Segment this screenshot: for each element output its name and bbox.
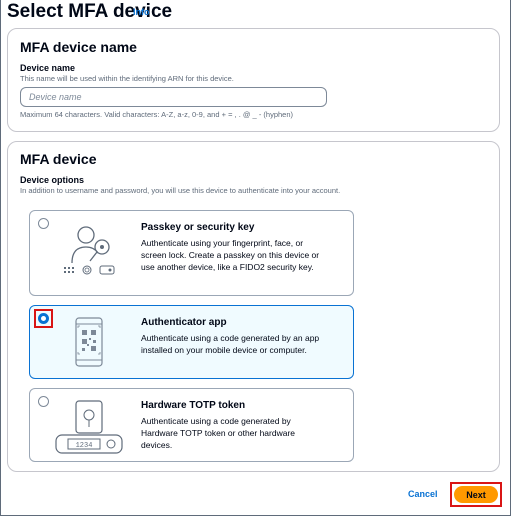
radio-hardware-totp[interactable] [38, 396, 49, 407]
authenticator-app-illustration-icon [75, 317, 103, 367]
field-label: Device name [20, 63, 76, 73]
option-passkey[interactable]: Passkey or security key Authenticate usi… [29, 210, 354, 296]
next-button[interactable]: Next [454, 486, 498, 503]
option-authenticator-app[interactable]: Authenticator app Authenticate using a c… [29, 305, 354, 379]
radio-passkey[interactable] [38, 218, 49, 229]
passkey-illustration-icon [64, 226, 115, 275]
radio-highlight-box [34, 309, 53, 328]
option-description: Authenticate using a code generated by a… [141, 333, 320, 355]
option-title: Hardware TOTP token [141, 400, 246, 411]
mfa-device-name-card: MFA device name Device name This name wi… [7, 28, 500, 132]
section-title: MFA device [20, 151, 97, 167]
info-link[interactable]: Info [133, 7, 150, 17]
constraint-text: Maximum 64 characters. Valid characters:… [20, 110, 293, 119]
option-description: Authenticate using your fingerprint, fac… [141, 238, 320, 272]
mfa-device-card: MFA device Device options In addition to… [7, 141, 500, 472]
option-hardware-totp[interactable]: 1234 Hardware TOTP token Authenticate us… [29, 388, 354, 462]
option-title: Authenticator app [141, 317, 227, 328]
option-description: Authenticate using a code generated by H… [141, 416, 296, 450]
field-description: In addition to username and password, yo… [20, 186, 341, 195]
cancel-button[interactable]: Cancel [408, 489, 438, 499]
hardware-token-illustration-icon: 1234 [55, 400, 123, 454]
field-description: This name will be used within the identi… [20, 74, 234, 83]
field-label: Device options [20, 175, 85, 185]
section-title: MFA device name [20, 39, 137, 55]
option-title: Passkey or security key [141, 222, 255, 233]
token-display: 1234 [76, 442, 93, 450]
device-name-input[interactable] [20, 87, 327, 107]
